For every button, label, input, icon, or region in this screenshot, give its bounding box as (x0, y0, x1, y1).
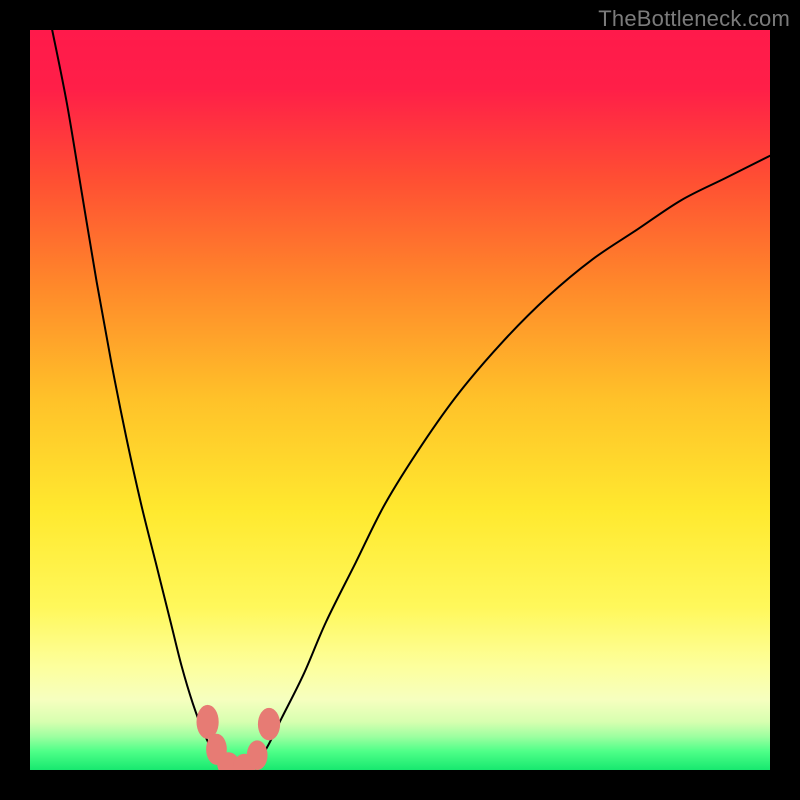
valley-marker (258, 708, 280, 741)
gradient-background (30, 30, 770, 770)
attribution-text: TheBottleneck.com (598, 6, 790, 32)
chart-frame (30, 30, 770, 770)
valley-marker (247, 740, 268, 770)
valley-marker (197, 705, 219, 739)
bottleneck-chart (30, 30, 770, 770)
